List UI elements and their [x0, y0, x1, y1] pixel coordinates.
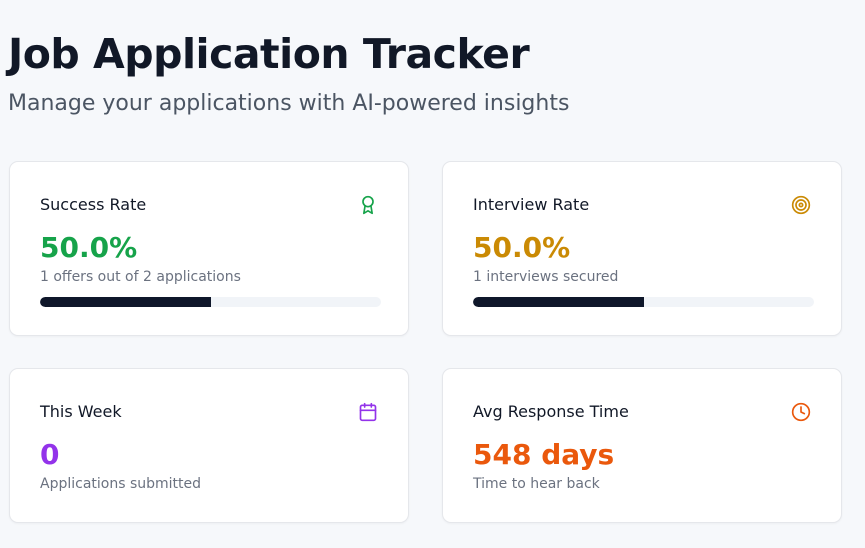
success-rate-card: Success Rate 50.0% 1 offers out of 2 app…: [9, 161, 409, 336]
interview-rate-progress: [473, 297, 814, 307]
progress-fill: [473, 297, 644, 307]
target-icon: [791, 195, 811, 215]
success-rate-progress: [40, 297, 381, 307]
card-label: Avg Response Time: [473, 402, 629, 421]
this-week-value: 0: [40, 438, 60, 471]
dashboard-page: Job Application Tracker Manage your appl…: [0, 0, 865, 548]
calendar-icon: [358, 402, 378, 422]
card-label: This Week: [40, 402, 122, 421]
progress-fill: [40, 297, 211, 307]
card-subtext: 1 offers out of 2 applications: [40, 269, 241, 285]
card-subtext: 1 interviews secured: [473, 269, 619, 285]
avg-response-time-card: Avg Response Time 548 days Time to hear …: [442, 368, 842, 523]
card-subtext: Time to hear back: [473, 476, 600, 492]
award-icon: [358, 195, 378, 215]
clock-icon: [791, 402, 811, 422]
this-week-card: This Week 0 Applications submitted: [9, 368, 409, 523]
avg-response-time-value: 548 days: [473, 438, 615, 471]
interview-rate-value: 50.0%: [473, 231, 571, 264]
interview-rate-card: Interview Rate 50.0% 1 interviews secure…: [442, 161, 842, 336]
success-rate-value: 50.0%: [40, 231, 138, 264]
page-subtitle: Manage your applications with AI-powered…: [8, 91, 570, 116]
card-subtext: Applications submitted: [40, 476, 202, 492]
card-label: Interview Rate: [473, 195, 590, 214]
card-label: Success Rate: [40, 195, 147, 214]
page-title: Job Application Tracker: [8, 30, 530, 78]
